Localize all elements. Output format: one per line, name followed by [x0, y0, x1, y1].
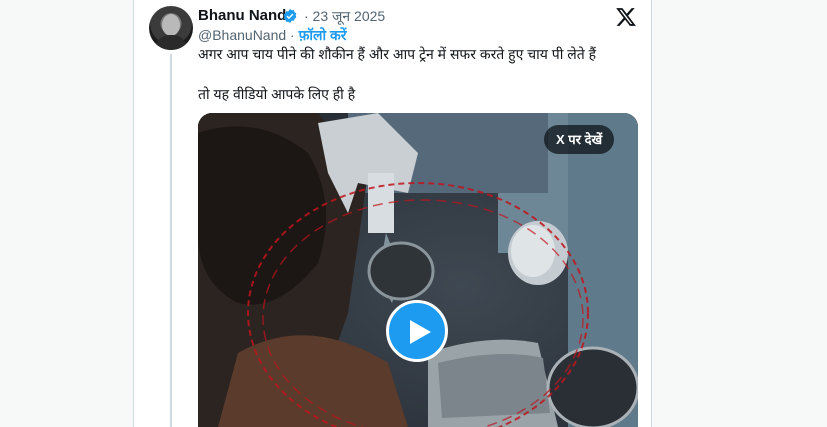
follow-button[interactable]: फ़ॉलो करें: [299, 27, 347, 43]
video-frame-image: [198, 113, 638, 427]
x-logo-icon[interactable]: [615, 6, 637, 28]
tweet-text-line-2: तो यह वीडियो आपके लिए ही है: [198, 86, 356, 102]
video-thumbnail[interactable]: X पर देखें: [198, 113, 638, 427]
tweet-card[interactable]: Bhanu Nand · 23 जून 2025 @BhanuNand · फ़…: [133, 0, 652, 427]
page-gutter-left: [0, 0, 133, 427]
author-name[interactable]: Bhanu Nand: [198, 7, 286, 24]
avatar[interactable]: [149, 6, 193, 50]
page-gutter-right: [652, 0, 827, 427]
author-handle[interactable]: @BhanuNand: [198, 27, 286, 43]
tweet-text-line-1: अगर आप चाय पीने की शौकीन हैं और आप ट्रेन…: [198, 46, 597, 62]
thread-line: [170, 54, 172, 427]
play-icon: [410, 320, 431, 344]
tweet-date[interactable]: · 23 जून 2025: [304, 7, 385, 26]
separator: ·: [286, 27, 299, 43]
watch-on-x-button[interactable]: X पर देखें: [544, 125, 615, 154]
verified-badge-icon: [283, 9, 297, 23]
play-button[interactable]: [386, 300, 448, 362]
handle-row: @BhanuNand · फ़ॉलो करें: [198, 26, 347, 45]
